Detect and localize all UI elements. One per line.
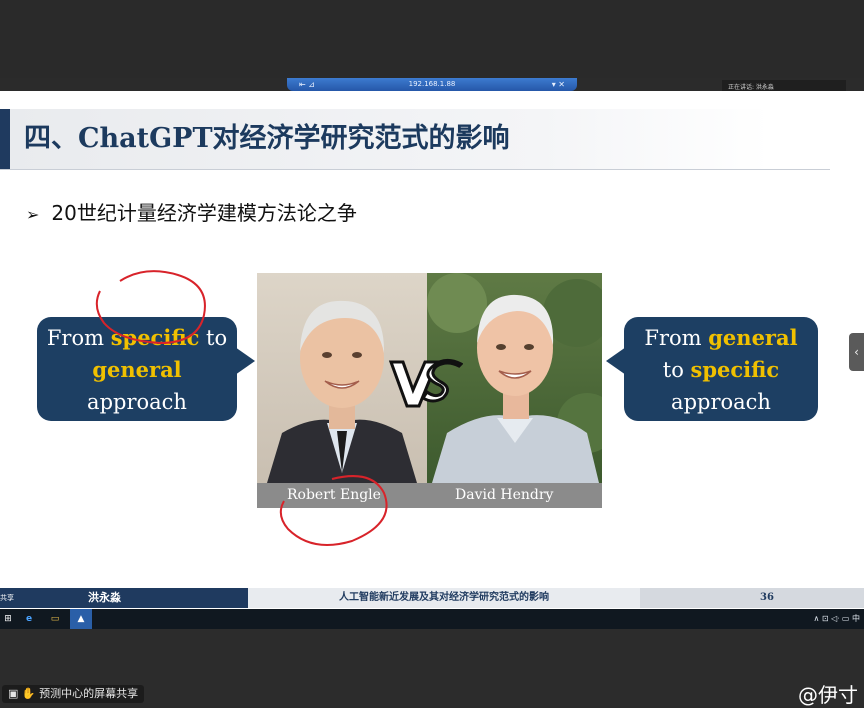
bubble-text: to — [199, 326, 228, 350]
screen-share-label[interactable]: ▣ ✋ 预测中心的屏幕共享 — [2, 685, 145, 703]
bubble-highlight: general — [708, 325, 798, 350]
versus-icon — [387, 356, 464, 416]
bubble-highlight: specific — [690, 357, 780, 382]
bubble-highlight: specific — [110, 325, 200, 350]
caption-robert-engle: Robert Engle — [287, 487, 381, 503]
left-speech-bubble: From specific to general approach — [37, 317, 255, 421]
bubble-text: From — [644, 326, 709, 350]
remote-app-icon[interactable]: ▲ — [70, 609, 92, 629]
caption-david-hendry: David Hendry — [455, 487, 554, 503]
remote-address: 192.168.1.88 — [408, 80, 456, 88]
screen-share-text: 预测中心的屏幕共享 — [39, 687, 139, 700]
bubble-text: approach — [671, 390, 771, 414]
remote-desktop-bar[interactable]: ⇤ ⊿ 192.168.1.88 ▾ ✕ — [287, 78, 577, 91]
meeting-bottom-bar: ▣ ✋ 预测中心的屏幕共享 @伊寸 — [0, 629, 864, 707]
file-explorer-icon[interactable]: ▭ — [44, 609, 66, 629]
page-number: 36 — [760, 592, 774, 603]
bullet-point: ➢ 20世纪计量经济学建模方法论之争 — [26, 197, 357, 226]
pin-icon[interactable]: ⇤ ⊿ — [299, 78, 315, 91]
user-handle: @伊寸 — [798, 683, 858, 707]
right-speech-bubble: From general to specific approach — [606, 317, 818, 421]
meeting-top-bar — [0, 0, 864, 78]
system-tray[interactable]: ∧ ⊡ ◁ᐧ ▭ 中 — [814, 609, 861, 629]
slide-title: 四、ChatGPT对经济学研究范式的影响 — [24, 123, 510, 154]
bullet-text: 20世纪计量经济学建模方法论之争 — [51, 201, 357, 225]
footer-share-label: 共享 — [0, 594, 14, 602]
windows-taskbar: ⊞ e ▭ ▲ ∧ ⊡ ◁ᐧ ▭ 中 — [0, 609, 864, 629]
bubble-highlight: general — [92, 357, 182, 382]
presentation-slide: 四、ChatGPT对经济学研究范式的影响 ➢ 20世纪计量经济学建模方法论之争 F… — [0, 91, 864, 609]
bullet-arrow-icon: ➢ — [26, 205, 40, 224]
start-icon[interactable]: ⊞ — [0, 609, 16, 629]
footer-presenter-band: 共享 洪永淼 — [0, 588, 248, 608]
bubble-text: to — [662, 358, 691, 382]
footer-title: 人工智能新近发展及其对经济学研究范式的影响 — [248, 588, 640, 608]
title-divider — [0, 169, 830, 170]
ie-browser-icon[interactable]: e — [18, 609, 40, 629]
bubble-text: From — [46, 326, 111, 350]
footer-presenter: 洪永淼 — [88, 591, 121, 604]
slide-footer: 共享 洪永淼 人工智能新近发展及其对经济学研究范式的影响 36 — [0, 588, 864, 608]
footer-page-band: 36 — [640, 588, 864, 608]
side-panel-toggle[interactable]: ‹ — [849, 333, 864, 371]
screen-share-icon: ▣ ✋ — [8, 687, 40, 700]
minimize-close-icons[interactable]: ▾ ✕ — [552, 78, 565, 91]
caption-bar: Robert Engle David Hendry — [257, 483, 602, 508]
comparison-photo: Robert Engle David Hendry — [257, 273, 602, 508]
bubble-text: approach — [87, 390, 187, 414]
